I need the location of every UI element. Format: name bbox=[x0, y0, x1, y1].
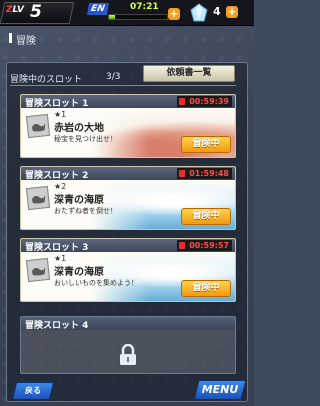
panel-heading: 冒険中のスロット bbox=[10, 75, 83, 85]
map-icon bbox=[25, 257, 51, 283]
adventuring-status-button[interactable]: 冒険中 bbox=[181, 280, 231, 297]
adventuring-status-button[interactable]: 冒険中 bbox=[181, 136, 231, 153]
panel-divider bbox=[10, 85, 236, 86]
slot-timer: 00:59:39 bbox=[177, 96, 232, 107]
adventure-slot-1[interactable]: 冒険スロット 1 00:59:39 ★1 赤岩の大地 秘宝を見つけ出せ！ 冒険中 bbox=[20, 94, 236, 158]
slot-timer-value: 00:59:57 bbox=[189, 241, 229, 250]
slot-header: 冒険スロット 4 bbox=[21, 317, 235, 331]
add-gem-button[interactable]: + bbox=[226, 6, 238, 18]
header-accent-bar bbox=[9, 33, 12, 43]
adventure-slot-2[interactable]: 冒険スロット 2 01:59:48 ★2 深青の海原 おたずね者を倒せ！ 冒険中 bbox=[20, 166, 236, 230]
adventure-slot-3[interactable]: 冒険スロット 3 00:59:57 ★1 深青の海原 おいしいものを集めよう！ … bbox=[20, 238, 236, 302]
slot-header: 冒険スロット 3 00:59:57 bbox=[21, 239, 235, 253]
lock-icon bbox=[120, 344, 136, 365]
slot-timer: 00:59:57 bbox=[177, 240, 232, 251]
mission-text: おたずね者を倒せ！ bbox=[54, 207, 117, 215]
mission-text: 秘宝を見つけ出せ！ bbox=[54, 135, 117, 143]
slot-title: 冒険スロット 4 bbox=[25, 321, 89, 331]
difficulty-stars: ★1 bbox=[54, 110, 67, 119]
mission-text: おいしいものを集めよう！ bbox=[54, 279, 138, 287]
level-tag: ZLV bbox=[6, 5, 24, 15]
timer-icon bbox=[179, 242, 186, 249]
level-label: LV bbox=[12, 5, 24, 15]
map-icon bbox=[25, 113, 51, 139]
back-button[interactable]: 戻る bbox=[11, 382, 55, 400]
slot-timer-value: 00:59:39 bbox=[189, 97, 229, 106]
player-level: 5 bbox=[30, 2, 43, 22]
gem-count: 4 bbox=[213, 5, 221, 18]
request-list-button[interactable]: 依頼書一覧 bbox=[143, 65, 235, 82]
energy-bar-fill bbox=[109, 15, 115, 19]
map-icon bbox=[25, 185, 51, 211]
menu-button[interactable]: MENU bbox=[193, 380, 247, 400]
location-name: 赤岩の大地 bbox=[54, 123, 104, 134]
location-name: 深青の海原 bbox=[54, 267, 104, 278]
slot-timer-value: 01:59:48 bbox=[189, 169, 229, 178]
slot-header: 冒険スロット 2 01:59:48 bbox=[21, 167, 235, 181]
status-bar: ZLV 5 EN 07:21 + 4 + bbox=[0, 0, 254, 26]
adventuring-status-button[interactable]: 冒険中 bbox=[181, 208, 231, 225]
timer-icon bbox=[179, 98, 186, 105]
adventure-slot-4-locked[interactable]: 冒険スロット 4 bbox=[20, 316, 236, 374]
location-name: 深青の海原 bbox=[54, 195, 104, 206]
slot-timer: 01:59:48 bbox=[177, 168, 232, 179]
page-header: 冒険 bbox=[0, 30, 254, 47]
energy-label: EN bbox=[86, 3, 109, 15]
menu-button-label: MENU bbox=[201, 383, 239, 396]
slot-count: 3/3 bbox=[106, 72, 121, 82]
difficulty-stars: ★2 bbox=[54, 182, 67, 191]
slot-header: 冒険スロット 1 00:59:39 bbox=[21, 95, 235, 109]
slot-title: 冒険スロット 3 bbox=[25, 243, 89, 253]
page-title: 冒険 bbox=[16, 36, 36, 47]
slot-title: 冒険スロット 2 bbox=[25, 171, 89, 181]
difficulty-stars: ★1 bbox=[54, 254, 67, 263]
timer-icon bbox=[179, 170, 186, 177]
energy-recovery-timer: 07:21 bbox=[130, 2, 159, 12]
slot-title: 冒険スロット 1 bbox=[25, 99, 89, 109]
back-button-label: 戻る bbox=[25, 386, 41, 395]
energy-bar bbox=[108, 14, 168, 20]
gem-icon bbox=[190, 3, 208, 22]
add-energy-button[interactable]: + bbox=[168, 8, 180, 20]
